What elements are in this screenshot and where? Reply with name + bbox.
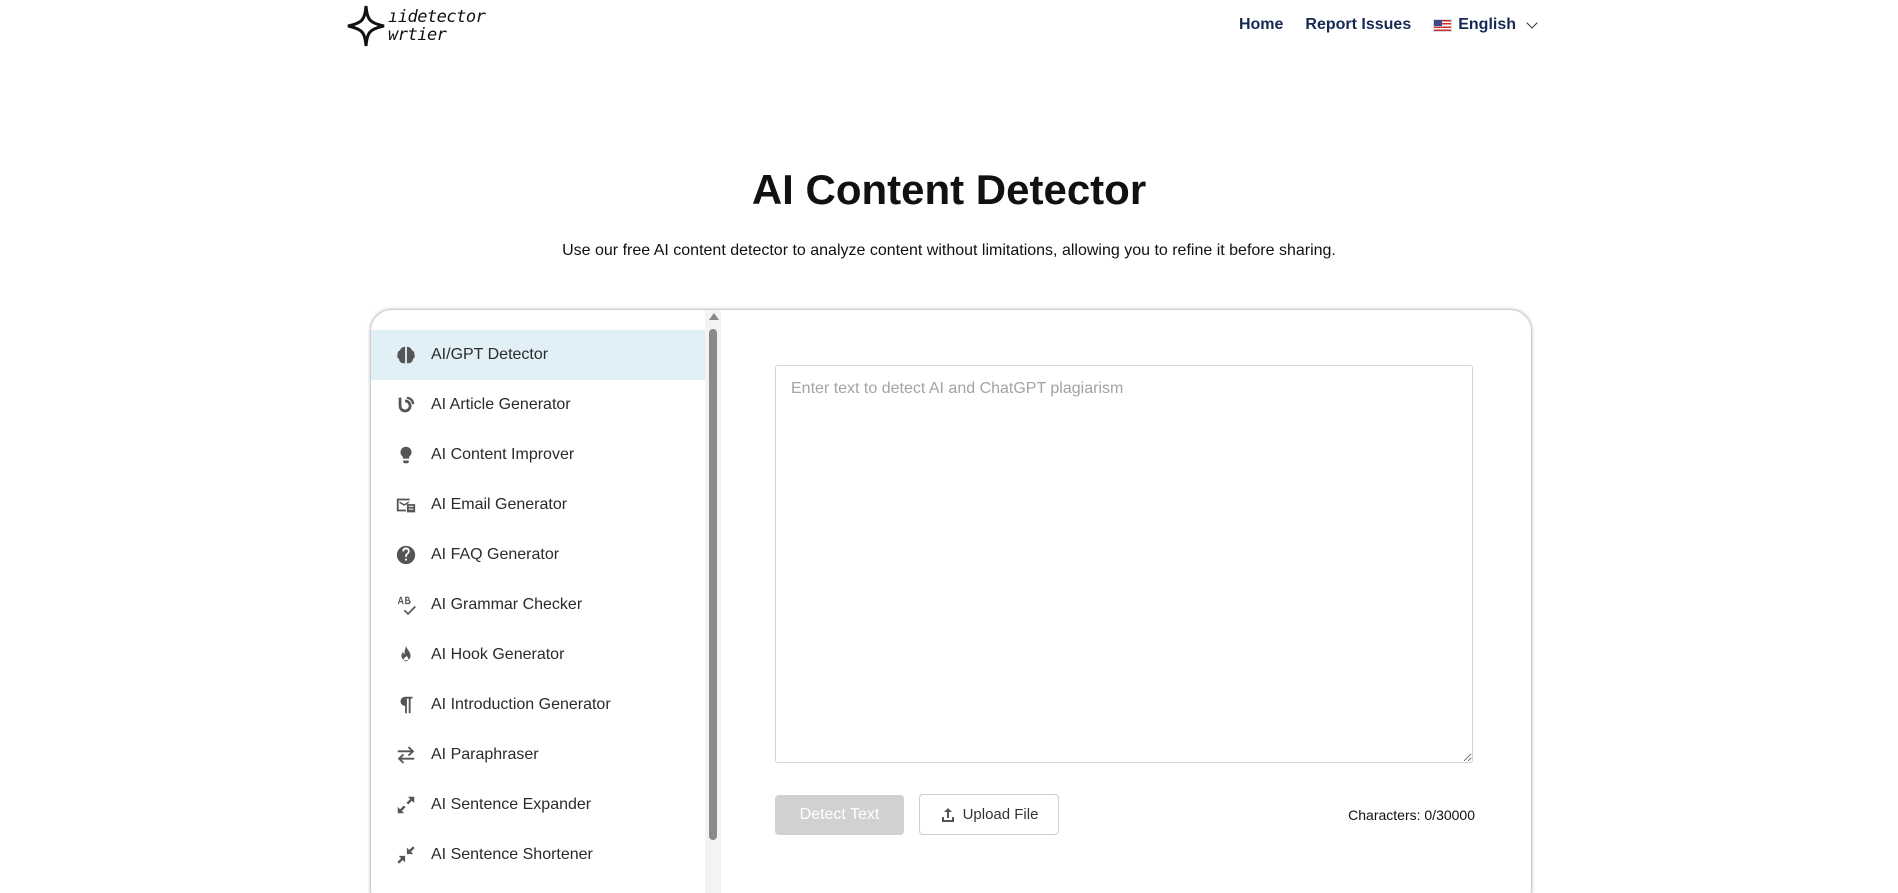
sparkle-logo-icon [347, 5, 385, 47]
chevron-down-icon [1526, 17, 1538, 29]
sidebar-item-ai-introduction-generator[interactable]: AI Introduction Generator [371, 680, 705, 730]
sidebar-item-label: AI Sentence Expander [431, 796, 592, 813]
tool-sidebar: AI/GPT Detector AI Article Generator AI … [371, 330, 705, 893]
language-selector[interactable]: English [1433, 16, 1538, 34]
page-subtitle: Use our free AI content detector to anal… [562, 242, 1336, 259]
sidebar-item-ai-grammar-checker[interactable]: AI Grammar Checker [371, 580, 705, 630]
sidebar-item-label: AI Grammar Checker [431, 596, 583, 613]
character-counter: Characters: 0/30000 [1348, 807, 1475, 823]
spellcheck-icon [397, 596, 416, 616]
upload-file-label: Upload File [962, 806, 1039, 823]
sidebar-item-ai-email-generator[interactable]: AI Email Generator [371, 480, 705, 530]
upload-icon [941, 807, 954, 822]
sidebar-item-ai-paraphraser[interactable]: AI Paraphraser [371, 730, 705, 780]
logo-line-2: wrtier [388, 25, 447, 45]
collapse-icon [397, 846, 415, 864]
language-label: English [1458, 16, 1516, 33]
sidebar-item-ai-content-improver[interactable]: AI Content Improver [371, 430, 705, 480]
swap-arrows-icon [397, 746, 415, 764]
flame-icon [401, 645, 411, 662]
sidebar-item-ai-gpt-detector[interactable]: AI/GPT Detector [371, 330, 705, 380]
sidebar-item-ai-article-generator[interactable]: AI Article Generator [371, 380, 705, 430]
page-title: AI Content Detector [751, 166, 1147, 213]
logo-line-1: ıidetector [388, 7, 486, 27]
detect-text-button[interactable]: Detect Text [775, 795, 904, 835]
sidebar-item-label: AI FAQ Generator [431, 546, 560, 563]
top-nav: Home Report Issues English [1239, 16, 1538, 34]
expand-icon [397, 796, 415, 814]
sidebar-scrollbar[interactable] [705, 310, 721, 893]
question-circle-icon [396, 545, 416, 565]
logo-wordmark: ıidetector wrtier [388, 7, 486, 45]
sidebar-item-ai-faq-generator[interactable]: AI FAQ Generator [371, 530, 705, 580]
sidebar-item-label: AI Hook Generator [431, 646, 565, 663]
sidebar-item-label: AI Email Generator [431, 496, 568, 513]
sidebar-item-label: AI Article Generator [431, 396, 571, 413]
sidebar-item-label: AI Sentence Shortener [431, 846, 593, 863]
scroll-up-arrow-icon[interactable] [709, 313, 719, 320]
paragraph-icon [400, 696, 413, 714]
brain-icon [397, 346, 415, 364]
upload-file-button[interactable]: Upload File [919, 794, 1059, 835]
sidebar-item-ai-hook-generator[interactable]: AI Hook Generator [371, 630, 705, 680]
us-flag-icon [1433, 18, 1453, 32]
nav-home-link[interactable]: Home [1239, 16, 1283, 34]
sidebar-item-ai-sentence-shortener[interactable]: AI Sentence Shortener [371, 830, 705, 880]
sidebar-item-label: AI Content Improver [431, 446, 575, 463]
lightbulb-icon [400, 446, 412, 464]
site-logo[interactable]: ıidetector wrtier [346, 4, 486, 48]
sidebar-item-label: AI Introduction Generator [431, 696, 611, 713]
article-icon [398, 396, 415, 413]
sidebar-item-label: AI/GPT Detector [431, 346, 549, 363]
scrollbar-thumb[interactable] [709, 329, 717, 840]
sidebar-item-label: AI Paraphraser [431, 746, 539, 763]
page: ıidetector wrtier Home Report Issues Eng… [0, 0, 1898, 893]
sidebar-item-ai-sentence-expander[interactable]: AI Sentence Expander [371, 780, 705, 830]
nav-report-issues-link[interactable]: Report Issues [1305, 16, 1411, 34]
text-input-area[interactable] [775, 365, 1473, 763]
email-icon [396, 498, 416, 513]
tool-card: AI/GPT Detector AI Article Generator AI … [370, 309, 1532, 893]
